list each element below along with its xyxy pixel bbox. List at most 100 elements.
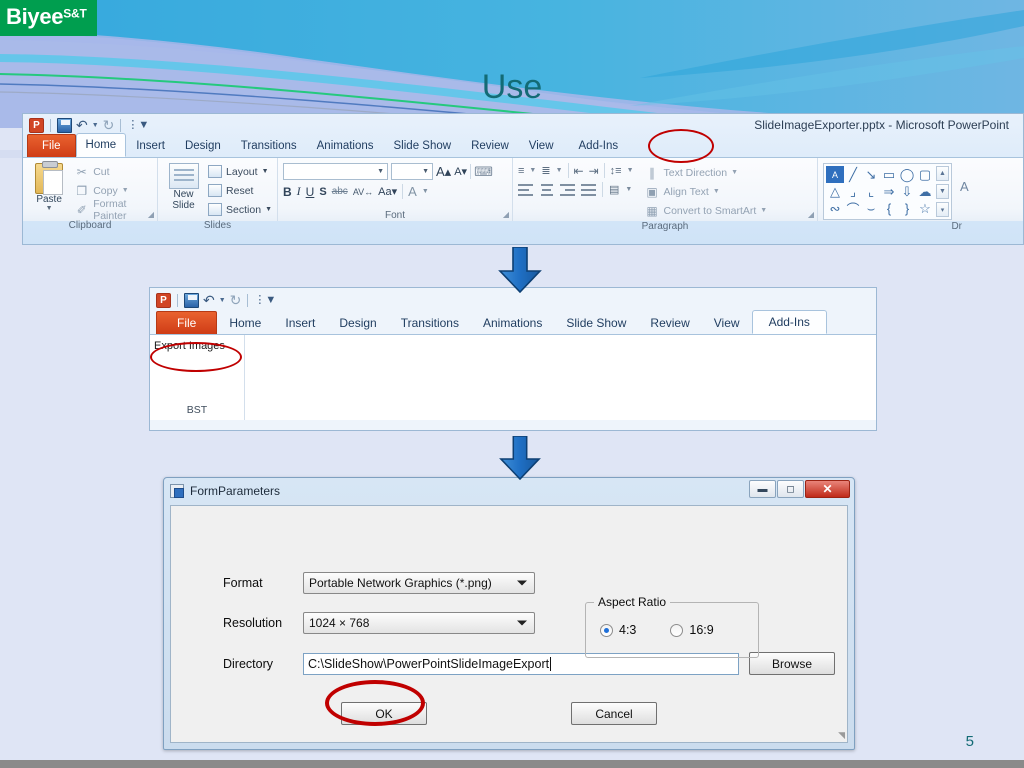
shape-arrow-icon[interactable]: ↘ <box>862 166 880 183</box>
tab-slide-show[interactable]: Slide Show <box>554 311 638 334</box>
tab-slide-show[interactable]: Slide Show <box>384 134 462 157</box>
chevron-down-icon[interactable] <box>517 620 527 626</box>
layout-button[interactable]: Layout ▼ <box>208 162 272 181</box>
shapes-more-button[interactable]: ▾ <box>936 202 949 217</box>
justify-icon[interactable] <box>581 183 596 197</box>
shapes-scroll-down-button[interactable]: ▼ <box>936 184 949 199</box>
shape-rectangle-icon[interactable]: ▭ <box>880 166 898 183</box>
resize-grip-icon[interactable]: ◥ <box>838 730 845 741</box>
text-direction-button[interactable]: ∥ Text Direction ▼ <box>645 163 768 182</box>
shape-left-brace-icon[interactable]: { <box>880 200 898 217</box>
shadow-button[interactable]: S <box>319 186 326 198</box>
shape-curve-icon[interactable]: ⌒ <box>844 200 862 217</box>
character-spacing-icon[interactable]: AV↔ <box>353 187 373 197</box>
ribbon-tabs-2[interactable]: File Home Insert Design Transitions Anim… <box>150 310 876 334</box>
shape-oval-icon[interactable]: ◯ <box>898 166 916 183</box>
shape-line-icon[interactable]: ╱ <box>844 166 862 183</box>
redo-icon[interactable]: ↻ <box>103 117 115 133</box>
tab-file[interactable]: File <box>156 311 218 334</box>
shape-freeform-icon[interactable]: ∾ <box>826 200 844 217</box>
undo-icon[interactable]: ↶ <box>203 292 215 308</box>
tab-design[interactable]: Design <box>175 134 231 157</box>
shape-star-icon[interactable]: ☆ <box>916 200 934 217</box>
tab-design[interactable]: Design <box>327 311 388 334</box>
tab-file[interactable]: File <box>27 134 76 157</box>
customize-qat-icon[interactable]: ⋮▼ <box>127 118 149 133</box>
font-name-combo[interactable]: ▼ <box>283 163 388 180</box>
format-painter-button[interactable]: ✐ Format Painter <box>74 198 152 222</box>
tab-add-ins[interactable]: Add-Ins <box>751 310 827 334</box>
shape-arc-icon[interactable]: ⌣ <box>862 200 880 217</box>
shape-elbow-arrow-icon[interactable]: ⌞ <box>862 183 880 200</box>
increase-indent-icon[interactable]: ⇥ <box>589 164 599 178</box>
save-icon[interactable] <box>57 117 72 133</box>
tab-view[interactable]: View <box>519 134 564 157</box>
section-button[interactable]: Section ▼ <box>208 200 272 219</box>
tab-insert[interactable]: Insert <box>126 134 175 157</box>
shape-triangle-icon[interactable]: △ <box>826 183 844 200</box>
undo-icon[interactable]: ↶ <box>76 117 88 133</box>
shape-down-arrow-icon[interactable]: ⇩ <box>898 183 916 200</box>
arrange-icon[interactable]: A <box>952 163 969 220</box>
undo-dropdown-icon[interactable]: ▼ <box>92 122 99 129</box>
increase-font-size-icon[interactable]: A▴ <box>436 164 451 180</box>
undo-dropdown-icon[interactable]: ▼ <box>219 297 226 304</box>
customize-qat-icon[interactable]: ⋮▼ <box>254 293 276 308</box>
save-icon[interactable] <box>184 292 199 308</box>
aspect-ratio-4-3-radio[interactable]: 4:3 <box>600 623 636 637</box>
tab-transitions[interactable]: Transitions <box>389 311 471 334</box>
align-text-button[interactable]: ▣ Align Text ▼ <box>645 182 768 201</box>
export-images-button[interactable]: Export Images <box>150 335 244 352</box>
bold-button[interactable]: B <box>283 185 292 199</box>
maximize-button[interactable]: ◻ <box>777 480 804 498</box>
tab-animations[interactable]: Animations <box>307 134 384 157</box>
ribbon-tabs[interactable]: File Home Insert Design Transitions Anim… <box>23 133 1023 157</box>
columns-icon[interactable]: ▤ <box>609 183 619 196</box>
tab-home[interactable]: Home <box>75 133 127 157</box>
font-color-icon[interactable]: A <box>408 184 417 199</box>
tab-review[interactable]: Review <box>461 134 519 157</box>
ok-button[interactable]: OK <box>341 702 427 725</box>
tab-animations[interactable]: Animations <box>471 311 554 334</box>
shapes-gallery[interactable]: A ╱ ↘ ▭ ◯ ▢ △ ⌟ ⌞ ⇒ ⇩ ☁ ∾ ⌒ ⌣ {} ☆ ▲ ▼ … <box>823 163 952 220</box>
reset-button[interactable]: Reset <box>208 181 272 200</box>
paragraph-dialog-launcher-icon[interactable]: ◢ <box>808 210 814 219</box>
aspect-ratio-16-9-radio[interactable]: 16:9 <box>670 623 714 637</box>
line-spacing-icon[interactable]: ↕≡ <box>610 165 622 177</box>
font-size-combo[interactable]: ▼ <box>391 163 433 180</box>
browse-button[interactable]: Browse <box>749 652 835 675</box>
font-dialog-launcher-icon[interactable]: ◢ <box>503 210 509 219</box>
italic-button[interactable]: I <box>297 184 301 199</box>
chevron-down-icon[interactable] <box>517 580 527 586</box>
tab-insert[interactable]: Insert <box>273 311 327 334</box>
shapes-scroll-up-button[interactable]: ▲ <box>936 166 949 181</box>
minimize-button[interactable]: ▬ <box>749 480 776 498</box>
tab-home[interactable]: Home <box>217 311 273 334</box>
shape-right-brace-icon[interactable]: } <box>898 200 916 217</box>
decrease-font-size-icon[interactable]: A▾ <box>454 165 467 178</box>
format-combo[interactable]: Portable Network Graphics (*.png) <box>303 572 535 594</box>
convert-to-smartart-button[interactable]: ▦ Convert to SmartArt ▼ <box>645 201 767 220</box>
shape-rounded-rect-icon[interactable]: ▢ <box>916 166 934 183</box>
shape-cloud-icon[interactable]: ☁ <box>916 183 934 200</box>
dialog-title-bar[interactable]: FormParameters ▬ ◻ ✕ <box>164 478 854 504</box>
tab-view[interactable]: View <box>702 311 752 334</box>
chevron-down-icon[interactable]: ▼ <box>46 205 53 212</box>
clear-formatting-icon[interactable]: ⌨ <box>474 164 493 180</box>
resolution-combo[interactable]: 1024 × 768 <box>303 612 535 634</box>
decrease-indent-icon[interactable]: ⇤ <box>574 164 584 178</box>
tab-add-ins[interactable]: Add-Ins <box>564 134 634 157</box>
numbering-icon[interactable]: ≣ <box>541 164 550 177</box>
bullets-icon[interactable]: ≡ <box>518 165 524 177</box>
underline-button[interactable]: U <box>306 185 315 199</box>
window-control-buttons[interactable]: ▬ ◻ ✕ <box>749 480 850 498</box>
cancel-button[interactable]: Cancel <box>571 702 657 725</box>
shape-elbow-icon[interactable]: ⌟ <box>844 183 862 200</box>
change-case-icon[interactable]: Aa▾ <box>378 185 397 198</box>
shape-textbox-icon[interactable]: A <box>826 166 844 183</box>
strikethrough-button[interactable]: abc <box>332 186 348 197</box>
clipboard-dialog-launcher-icon[interactable]: ◢ <box>148 210 154 219</box>
paste-button[interactable]: Paste ▼ <box>28 161 70 219</box>
tab-transitions[interactable]: Transitions <box>231 134 307 157</box>
close-button[interactable]: ✕ <box>805 480 850 498</box>
